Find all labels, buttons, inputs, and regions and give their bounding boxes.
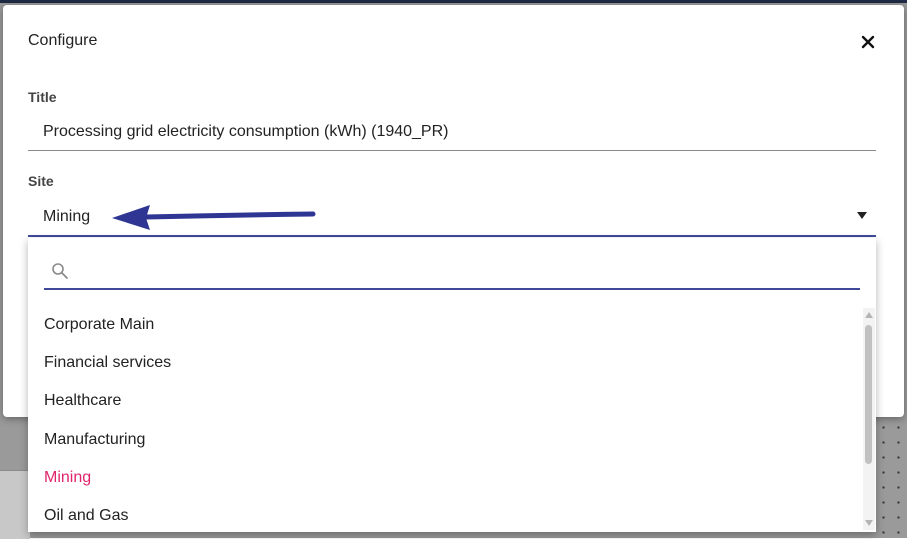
annotation-arrow: [112, 205, 316, 230]
site-option[interactable]: Financial services: [28, 344, 862, 382]
scroll-down-icon[interactable]: [865, 520, 873, 526]
search-icon: [52, 263, 68, 279]
scroll-up-icon[interactable]: [865, 312, 873, 318]
site-dropdown-panel: Corporate Main Financial services Health…: [28, 238, 876, 532]
site-option[interactable]: Oil and Gas: [28, 497, 862, 532]
background-panel: [0, 470, 30, 539]
scroll-thumb[interactable]: [865, 325, 872, 464]
background-grid-dots: [876, 420, 907, 538]
dialog-title: Configure: [28, 32, 98, 49]
dropdown-search-input[interactable]: [80, 256, 854, 286]
dropdown-search: [44, 252, 860, 290]
site-option[interactable]: Manufacturing: [28, 421, 862, 459]
site-option-selected[interactable]: Mining: [28, 459, 862, 497]
site-label: Site: [28, 173, 54, 189]
chevron-down-icon: [857, 212, 867, 219]
site-select-value: Mining: [43, 208, 91, 225]
dropdown-scrollbar[interactable]: [863, 308, 875, 530]
close-icon: [861, 35, 875, 49]
close-button[interactable]: [855, 29, 881, 55]
title-label: Title: [28, 89, 57, 105]
site-options-list: Corporate Main Financial services Health…: [28, 306, 862, 532]
app-top-bar: [0, 0, 907, 3]
title-input[interactable]: [28, 113, 876, 151]
site-option[interactable]: Corporate Main: [28, 306, 862, 344]
site-option[interactable]: Healthcare: [28, 382, 862, 420]
